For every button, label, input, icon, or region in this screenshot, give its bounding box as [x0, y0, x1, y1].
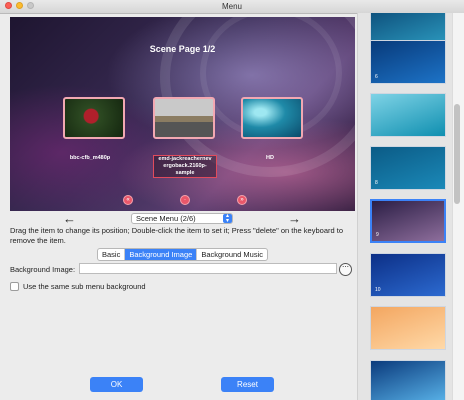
- menu-template-thumbnail[interactable]: 9: [370, 199, 446, 243]
- select-chevron-icon: ▴ ▾: [223, 213, 232, 224]
- ok-button[interactable]: OK: [90, 377, 143, 392]
- scrollbar-thumb[interactable]: [454, 104, 460, 204]
- window-title: Menu: [221, 2, 242, 11]
- scene-menu-select[interactable]: Scene Menu (2/6) ▴ ▾: [131, 213, 233, 224]
- tab-background-image[interactable]: Background Image: [125, 249, 198, 260]
- same-submenu-bg-checkbox[interactable]: [10, 282, 19, 291]
- menu-template-thumbnail[interactable]: 10: [370, 253, 446, 297]
- template-number: 6: [375, 74, 378, 80]
- title-bar: Menu: [0, 0, 464, 14]
- same-submenu-bg-row: Use the same sub menu background: [10, 282, 146, 291]
- scene-item-thumbnail[interactable]: [63, 97, 125, 139]
- home-icon[interactable]: ·: [180, 195, 190, 205]
- menu-preview[interactable]: Scene Page 1/2 bbc-cfb_m480p emd-jackrea…: [10, 17, 355, 211]
- background-image-field[interactable]: [79, 263, 337, 274]
- scene-item-label: bbc-cfb_m480p: [69, 155, 111, 161]
- prev-arrow-icon[interactable]: ←: [63, 212, 76, 225]
- scrollbar-track[interactable]: [452, 13, 464, 400]
- scene-menu-value: Scene Menu (2/6): [136, 214, 196, 223]
- previous-page-icon[interactable]: «: [123, 195, 133, 205]
- next-page-icon[interactable]: »: [237, 195, 247, 205]
- more-icon[interactable]: ⋯: [339, 263, 352, 276]
- template-number: 9: [376, 232, 379, 238]
- scene-item-thumbnail[interactable]: [153, 97, 215, 139]
- tab-background-music[interactable]: Background Music: [197, 249, 267, 260]
- template-list: 6 8 9 10: [357, 13, 464, 400]
- template-number: 8: [375, 180, 378, 186]
- reset-button[interactable]: Reset: [221, 377, 274, 392]
- menu-template-thumbnail[interactable]: [370, 306, 446, 350]
- same-submenu-bg-label: Use the same sub menu background: [23, 282, 146, 291]
- scene-item-label[interactable]: emd-jackreachernev ergoback.2160p-sample: [153, 155, 217, 178]
- scene-page-title: Scene Page 1/2: [149, 44, 216, 54]
- tab-basic[interactable]: Basic: [98, 249, 126, 260]
- settings-tabs: Basic Background Image Background Music: [97, 248, 269, 261]
- menu-template-thumbnail[interactable]: [370, 93, 446, 137]
- menu-template-thumbnail[interactable]: [370, 360, 446, 400]
- menu-template-thumbnail[interactable]: 8: [370, 146, 446, 190]
- scene-item-thumbnail[interactable]: [241, 97, 303, 139]
- instructions-text: Drag the item to change its position; Do…: [10, 226, 343, 245]
- background-image-label: Background Image:: [10, 265, 76, 274]
- template-number: 10: [375, 287, 381, 293]
- scene-item-label: HD: [266, 155, 274, 161]
- menu-template-thumbnail[interactable]: 6: [370, 40, 446, 84]
- next-arrow-icon[interactable]: →: [288, 212, 301, 225]
